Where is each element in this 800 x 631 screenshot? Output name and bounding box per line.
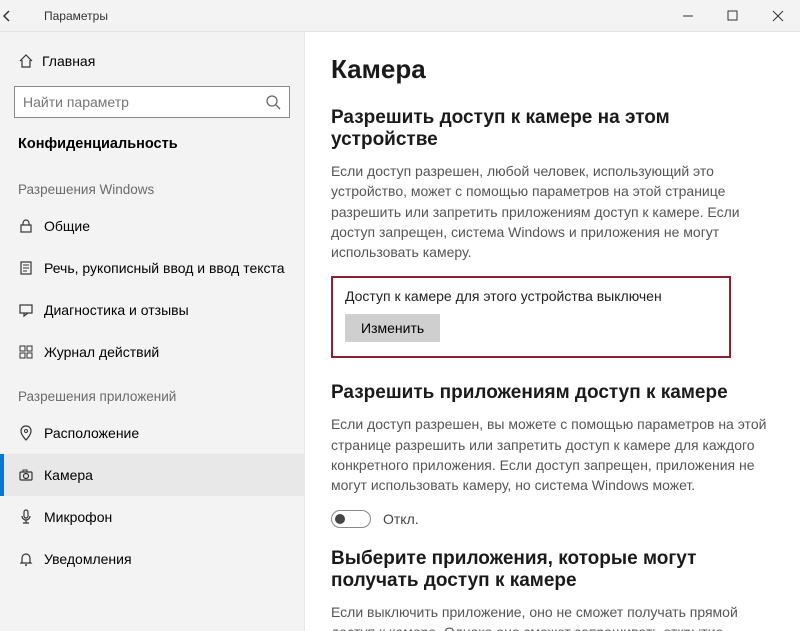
feedback-icon — [18, 302, 44, 318]
section-heading-device-access: Разрешить доступ к камере на этом устрой… — [331, 107, 774, 151]
sidebar-item-activity[interactable]: Журнал действий — [0, 331, 304, 373]
search-input[interactable] — [23, 94, 265, 110]
sidebar: Главная Конфиденциальность Разрешения Wi… — [0, 32, 305, 631]
sidebar-item-label: Микрофон — [44, 509, 112, 525]
device-access-callout: Доступ к камере для этого устройства вык… — [331, 276, 731, 358]
toggle-label: Откл. — [383, 511, 419, 527]
sidebar-item-general[interactable]: Общие — [0, 205, 304, 247]
back-button[interactable] — [0, 9, 40, 23]
sidebar-home[interactable]: Главная — [0, 42, 304, 80]
sidebar-item-label: Уведомления — [44, 551, 132, 567]
search-box[interactable] — [14, 86, 290, 118]
sidebar-item-notifications[interactable]: Уведомления — [0, 538, 304, 580]
sidebar-item-location[interactable]: Расположение — [0, 412, 304, 454]
sidebar-item-label: Камера — [44, 467, 93, 483]
sidebar-item-speech[interactable]: Речь, рукописный ввод и ввод текста — [0, 247, 304, 289]
home-icon — [18, 53, 42, 69]
sidebar-item-label: Журнал действий — [44, 344, 159, 360]
sidebar-section-title: Конфиденциальность — [0, 128, 304, 166]
sidebar-group-windows: Разрешения Windows — [0, 166, 304, 205]
bell-icon — [18, 551, 44, 567]
sidebar-group-apps: Разрешения приложений — [0, 373, 304, 412]
search-icon — [265, 94, 281, 110]
sidebar-item-diagnostics[interactable]: Диагностика и отзывы — [0, 289, 304, 331]
camera-icon — [18, 467, 44, 483]
content-pane: Камера Разрешить доступ к камере на этом… — [305, 32, 800, 631]
page-title: Камера — [331, 54, 774, 85]
lock-icon — [18, 218, 44, 234]
sidebar-item-label: Диагностика и отзывы — [44, 302, 189, 318]
titlebar: Параметры — [0, 0, 800, 32]
section-heading-app-access: Разрешить приложениям доступ к камере — [331, 382, 774, 404]
minimize-button[interactable] — [665, 0, 710, 32]
section-body: Если доступ разрешен, любой человек, исп… — [331, 161, 771, 262]
sidebar-item-label: Общие — [44, 218, 90, 234]
sidebar-item-label: Расположение — [44, 425, 139, 441]
sidebar-item-camera[interactable]: Камера — [0, 454, 304, 496]
microphone-icon — [18, 509, 44, 525]
sidebar-item-microphone[interactable]: Микрофон — [0, 496, 304, 538]
toggle-knob — [335, 514, 345, 524]
sidebar-item-label: Речь, рукописный ввод и ввод текста — [44, 260, 285, 276]
maximize-button[interactable] — [710, 0, 755, 32]
clipboard-icon — [18, 260, 44, 276]
window-title: Параметры — [40, 9, 108, 23]
device-access-status: Доступ к камере для этого устройства вык… — [345, 288, 717, 304]
activity-icon — [18, 344, 44, 360]
change-button[interactable]: Изменить — [345, 314, 440, 342]
app-access-toggle[interactable] — [331, 510, 371, 528]
section-heading-choose-apps: Выберите приложения, которые могут получ… — [331, 548, 774, 592]
section-body: Если доступ разрешен, вы можете с помощь… — [331, 414, 771, 495]
location-icon — [18, 425, 44, 441]
section-body: Если выключить приложение, оно не сможет… — [331, 602, 771, 631]
sidebar-home-label: Главная — [42, 53, 95, 69]
close-button[interactable] — [755, 0, 800, 32]
